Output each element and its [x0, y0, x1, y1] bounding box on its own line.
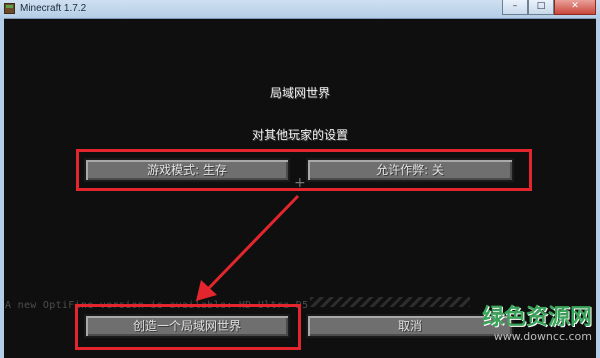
watermark: 绿色资源网 www.downcc.com	[482, 305, 592, 343]
watermark-main: 绿色资源网	[481, 305, 592, 330]
watermark-sub: www.downcc.com	[493, 330, 592, 343]
minecraft-window: Minecraft 1.7.2 – □ ✕ 局域网世界 对其他玩家的设置 游戏模…	[0, 0, 600, 358]
